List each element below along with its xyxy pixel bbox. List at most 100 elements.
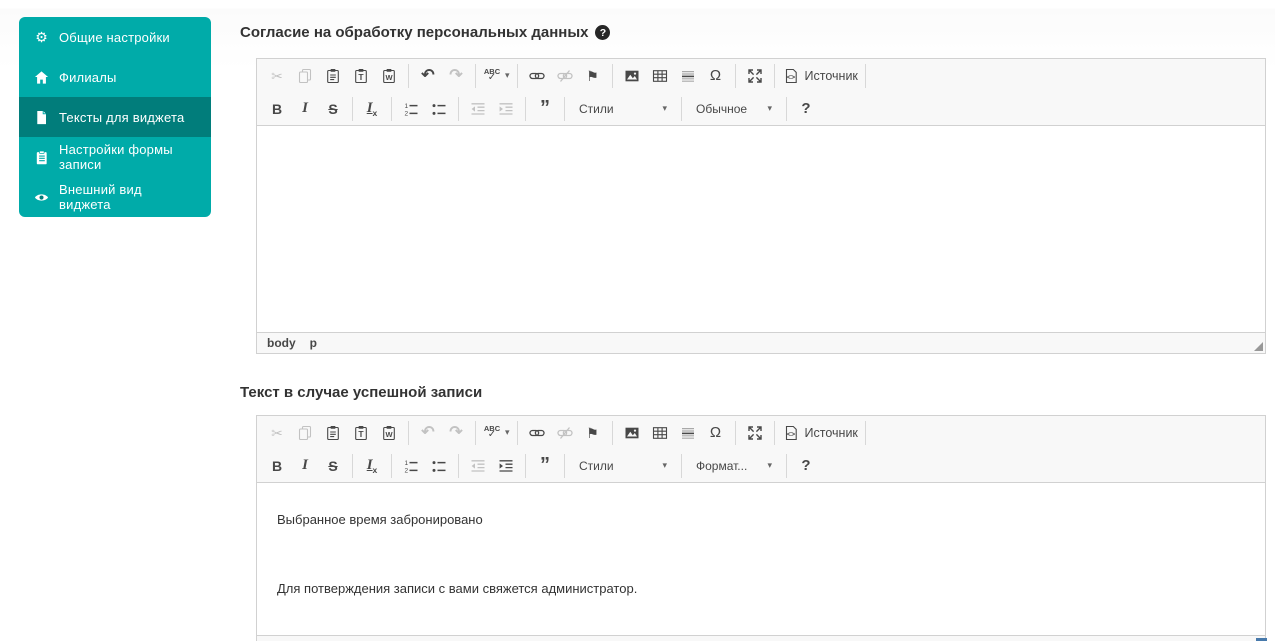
chevron-down-icon: ▾ [662, 103, 667, 113]
bold-button[interactable]: B [263, 96, 291, 121]
bullet-list-button[interactable] [425, 453, 453, 478]
horizontal-rule-icon [679, 424, 697, 442]
bold-icon: B [271, 100, 283, 117]
remove-format-button[interactable]: Ix [358, 453, 386, 478]
format-combo[interactable]: Обычное ▾ [689, 96, 779, 121]
toolbar-separator [773, 420, 775, 445]
special-char-button[interactable]: Ω [702, 420, 730, 445]
link-button[interactable] [523, 420, 551, 445]
strikethrough-icon: S [328, 457, 338, 474]
toolbar-separator [408, 63, 409, 88]
sidebar-item-branches[interactable]: Филиалы [19, 57, 211, 97]
element-path-body[interactable]: body [267, 336, 296, 350]
sidebar-item-widget-texts[interactable]: Тексты для виджета [19, 97, 211, 137]
paste-text-icon: T [352, 424, 370, 442]
unlink-button [551, 420, 579, 445]
styles-combo[interactable]: Стили ▾ [572, 96, 674, 121]
anchor-button[interactable]: ⚑ [579, 63, 607, 88]
copy-button [291, 420, 319, 445]
element-path-p[interactable]: p [310, 336, 317, 350]
page-title: Текст в случае успешной записи [240, 384, 483, 401]
outdent-button [464, 453, 492, 478]
help-button[interactable]: ? [792, 453, 820, 478]
home-icon [33, 69, 50, 86]
anchor-icon: ⚑ [586, 424, 599, 441]
maximize-button[interactable] [741, 420, 769, 445]
svg-text:<>: <> [786, 74, 794, 81]
link-button[interactable] [523, 63, 551, 88]
toolbar-row-2: B I S Ix 1 2 ” Стили ▾ Формат... ▾? [263, 449, 1259, 482]
spellcheck-icon: ABC ✓ [483, 423, 501, 441]
styles-combo[interactable]: Стили ▾ [572, 453, 674, 478]
paste-button[interactable] [319, 63, 347, 88]
image-button[interactable] [618, 63, 646, 88]
italic-button[interactable]: I [291, 453, 319, 478]
table-icon [651, 67, 669, 85]
source-button[interactable]: <> Источник [780, 420, 860, 445]
svg-text:1: 1 [405, 459, 409, 466]
editor-content[interactable]: Выбранное время забронировано Для потвер… [257, 483, 1265, 635]
image-button[interactable] [618, 420, 646, 445]
sidebar-item-widget-appearance[interactable]: Внешний вид виджета [19, 177, 211, 217]
toolbar-separator [681, 453, 682, 478]
main-content: Согласие на обработку персональных данны… [240, 0, 1266, 641]
sidebar-item-booking-form[interactable]: Настройки формы записи [19, 137, 211, 177]
horizontal-rule-button[interactable] [674, 63, 702, 88]
sidebar-item-label: Филиалы [59, 69, 117, 85]
toolbar-separator [352, 96, 353, 121]
blockquote-button[interactable]: ” [531, 453, 559, 478]
paste-button[interactable] [319, 420, 347, 445]
sidebar-item-general-settings[interactable]: ⚙ Общие настройки [19, 17, 211, 57]
maximize-icon [746, 424, 764, 442]
svg-text:T: T [358, 429, 364, 439]
horizontal-rule-button[interactable] [674, 420, 702, 445]
source-icon: <> [782, 67, 800, 85]
unlink-icon [556, 67, 574, 85]
bold-button[interactable]: B [263, 453, 291, 478]
special-char-button[interactable]: Ω [702, 63, 730, 88]
strikethrough-button[interactable]: S [319, 96, 347, 121]
help-button[interactable]: ? [792, 96, 820, 121]
paste-word-button[interactable]: W [375, 63, 403, 88]
toolbar-separator [525, 96, 526, 121]
italic-button[interactable]: I [291, 96, 319, 121]
rich-text-editor-consent: ✂ T W ↶ ↷ ABC ✓ ▾ ⚑ Ω <> Источник B I S Ix 1 2” Стили ▾ Обы… [256, 58, 1266, 354]
help-icon[interactable]: ? [595, 25, 611, 40]
numbered-list-button[interactable]: 12 [397, 453, 425, 478]
source-button[interactable]: <> Источник [780, 63, 860, 88]
editor-toolbar: ✂ T W ↶ ↷ ABC ✓ ▾ ⚑ Ω <> Источник B I S Ix 1 2” Стили ▾ Фор… [257, 416, 1265, 483]
indent-icon [497, 457, 515, 475]
indent-icon [497, 100, 515, 118]
paste-text-button[interactable]: T [347, 63, 375, 88]
chevron-down-icon: ▾ [505, 427, 510, 437]
link-icon [528, 424, 546, 442]
toolbar-separator [564, 453, 565, 478]
paste-text-button[interactable]: T [347, 420, 375, 445]
bullet-list-button[interactable] [425, 96, 453, 121]
table-button[interactable] [646, 420, 674, 445]
blockquote-button[interactable]: ” [531, 96, 559, 121]
paste-word-button[interactable]: W [375, 420, 403, 445]
toolbar-row-1: ✂ T W ↶ ↷ ABC ✓ ▾ ⚑ Ω <> Источник [263, 416, 1259, 449]
redo-icon: ↷ [449, 66, 463, 84]
strikethrough-button[interactable]: S [319, 453, 347, 478]
paste-word-icon: W [380, 424, 398, 442]
spellcheck-button[interactable]: ABC ✓ ▾ [481, 63, 512, 88]
numbered-list-button[interactable]: 12 [397, 96, 425, 121]
spellcheck-button[interactable]: ABC ✓ ▾ [481, 420, 512, 445]
anchor-button[interactable]: ⚑ [579, 420, 607, 445]
editor-paragraph: Для потверждения записи с вами свяжется … [277, 581, 638, 596]
format-combo[interactable]: Формат... ▾ [689, 453, 779, 478]
page-title: Согласие на обработку персональных данны… [240, 24, 589, 41]
table-button[interactable] [646, 63, 674, 88]
maximize-button[interactable] [741, 63, 769, 88]
undo-button[interactable]: ↶ [414, 63, 442, 88]
editor-content[interactable] [257, 126, 1265, 332]
help-icon: ? [801, 100, 811, 117]
remove-format-button[interactable]: Ix [358, 96, 386, 121]
resize-handle-icon[interactable] [1254, 342, 1263, 351]
paste-text-icon: T [352, 67, 370, 85]
indent-button[interactable] [492, 453, 520, 478]
toolbar-separator [611, 420, 613, 445]
gear-icon: ⚙ [35, 28, 48, 45]
